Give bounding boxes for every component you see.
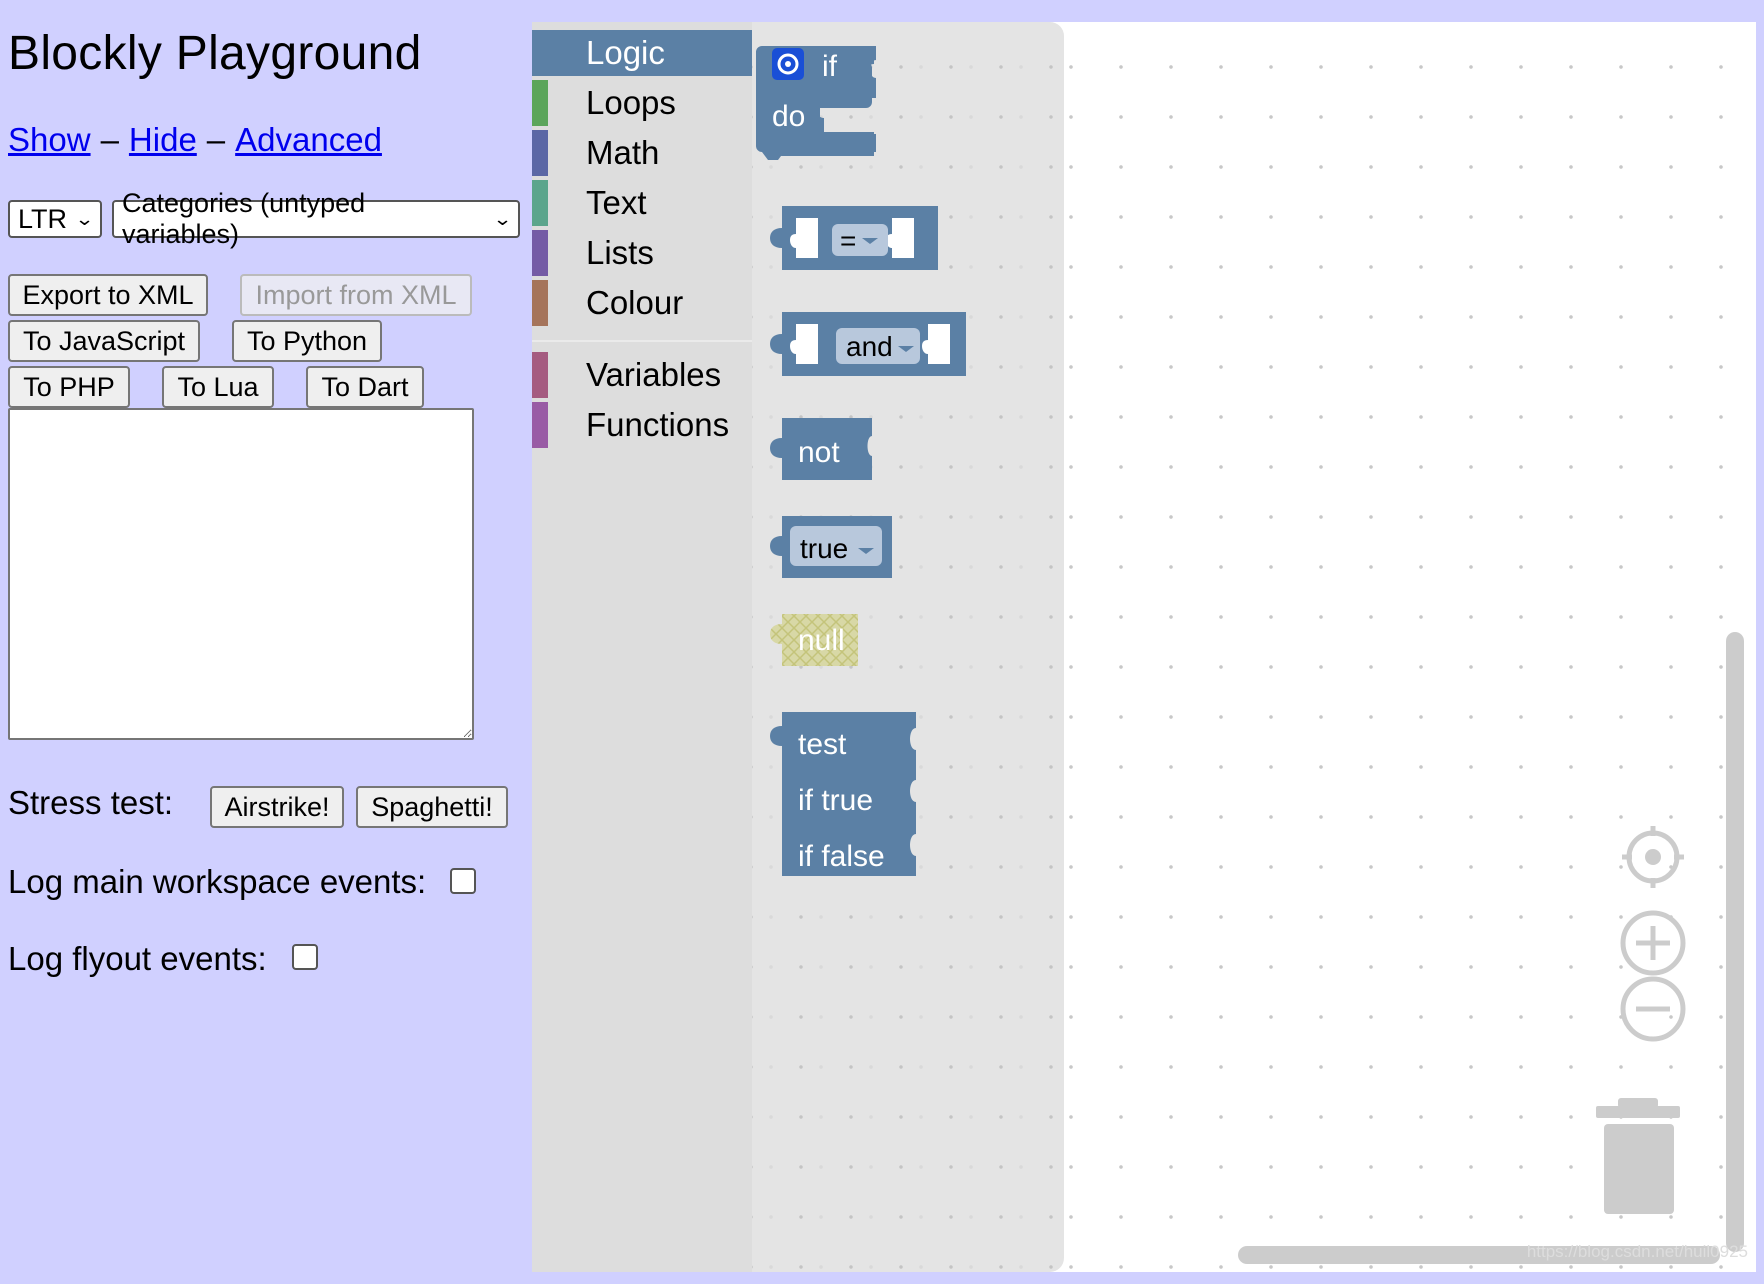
category-logic[interactable]: Logic: [532, 30, 752, 76]
blockly-editor: Logic Loops Math Text Lists Colour Varia…: [532, 22, 1756, 1272]
category-math[interactable]: Math: [532, 130, 752, 176]
logic-operation-block[interactable]: and: [752, 308, 1064, 388]
category-color-stripe: [532, 80, 548, 126]
link-separator: –: [206, 121, 226, 158]
chevron-down-icon: ⌄: [492, 208, 513, 229]
category-label: Lists: [586, 234, 654, 271]
toolbox-select-value: Categories (untyped variables): [122, 188, 366, 249]
view-links: Show – Hide – Advanced: [8, 121, 382, 159]
export-xml-button[interactable]: Export to XML: [8, 274, 208, 316]
category-label: Functions: [586, 406, 730, 443]
direction-select-value: LTR: [18, 203, 68, 234]
category-color-stripe: [532, 402, 548, 448]
ternary-if-false-label: if false: [798, 840, 885, 873]
stress-test-label: Stress test:: [8, 784, 174, 821]
logic-negate-block[interactable]: not: [752, 414, 1064, 494]
category-color-stripe: [532, 230, 548, 276]
boolean-value: true: [800, 533, 848, 564]
category-text[interactable]: Text: [532, 180, 752, 226]
category-color-stripe: [532, 280, 548, 326]
category-label: Math: [586, 134, 660, 171]
logic-operator: and: [846, 331, 893, 362]
log-main-checkbox[interactable]: [450, 868, 476, 894]
category-colour[interactable]: Colour: [532, 280, 752, 326]
null-label: null: [798, 624, 845, 657]
log-main-label: Log main workspace events:: [8, 863, 427, 900]
code-output-textarea[interactable]: [8, 408, 474, 740]
link-separator: –: [100, 121, 119, 158]
to-dart-button[interactable]: To Dart: [306, 366, 424, 408]
direction-select[interactable]: LTR ⌄: [8, 200, 102, 238]
ternary-test-label: test: [798, 728, 847, 761]
toolbox-separator: [532, 340, 752, 342]
logic-null-block[interactable]: null: [752, 610, 1064, 690]
do-label: do: [772, 100, 805, 133]
compare-operator: =: [840, 225, 856, 256]
if-block[interactable]: if do: [752, 22, 1064, 202]
watermark: https://blog.csdn.net/huil0925: [1526, 1242, 1748, 1261]
category-label: Text: [586, 184, 647, 221]
trash-icon[interactable]: [1588, 1090, 1688, 1220]
category-loops[interactable]: Loops: [532, 80, 752, 126]
category-functions[interactable]: Functions: [532, 402, 752, 448]
category-color-stripe: [532, 30, 548, 76]
to-php-button[interactable]: To PHP: [8, 366, 130, 408]
toolbox-flyout: if do = and not true null test if true i…: [752, 22, 1064, 1272]
vertical-scrollbar[interactable]: [1726, 632, 1744, 1252]
category-label: Loops: [586, 84, 676, 121]
to-lua-button[interactable]: To Lua: [162, 366, 274, 408]
logic-compare-block[interactable]: =: [752, 202, 1064, 282]
airstrike-button[interactable]: Airstrike!: [210, 786, 344, 828]
ternary-if-true-label: if true: [798, 784, 873, 817]
log-flyout-checkbox[interactable]: [292, 944, 318, 970]
advanced-link[interactable]: Advanced: [235, 121, 382, 158]
control-panel: Blockly Playground Show – Hide – Advanced LT…: [0, 0, 530, 1284]
reset-center-icon[interactable]: [1618, 822, 1688, 892]
hide-link[interactable]: Hide: [129, 121, 197, 158]
toolbox: Logic Loops Math Text Lists Colour Varia…: [532, 22, 752, 1272]
logic-ternary-block[interactable]: test if true if false: [752, 708, 1064, 888]
zoom-out-icon[interactable]: [1618, 974, 1688, 1044]
category-label: Variables: [586, 356, 722, 393]
to-python-button[interactable]: To Python: [232, 320, 382, 362]
category-lists[interactable]: Lists: [532, 230, 752, 276]
category-label: Colour: [586, 284, 684, 321]
log-flyout-label: Log flyout events:: [8, 940, 267, 977]
toolbox-select[interactable]: Categories (untyped variables) ⌄: [112, 188, 520, 249]
not-label: not: [798, 436, 840, 469]
if-label: if: [822, 50, 838, 83]
chevron-down-icon: ⌄: [74, 208, 95, 229]
category-variables[interactable]: Variables: [532, 352, 752, 398]
import-xml-button[interactable]: Import from XML: [240, 274, 472, 316]
show-link[interactable]: Show: [8, 121, 91, 158]
category-color-stripe: [532, 180, 548, 226]
category-color-stripe: [532, 352, 548, 398]
to-javascript-button[interactable]: To JavaScript: [8, 320, 200, 362]
spaghetti-button[interactable]: Spaghetti!: [356, 786, 508, 828]
category-label: Logic: [586, 34, 665, 71]
page-title: Blockly Playground: [8, 27, 422, 80]
category-color-stripe: [532, 130, 548, 176]
zoom-in-icon[interactable]: [1618, 908, 1688, 978]
logic-boolean-block[interactable]: true: [752, 512, 1064, 592]
